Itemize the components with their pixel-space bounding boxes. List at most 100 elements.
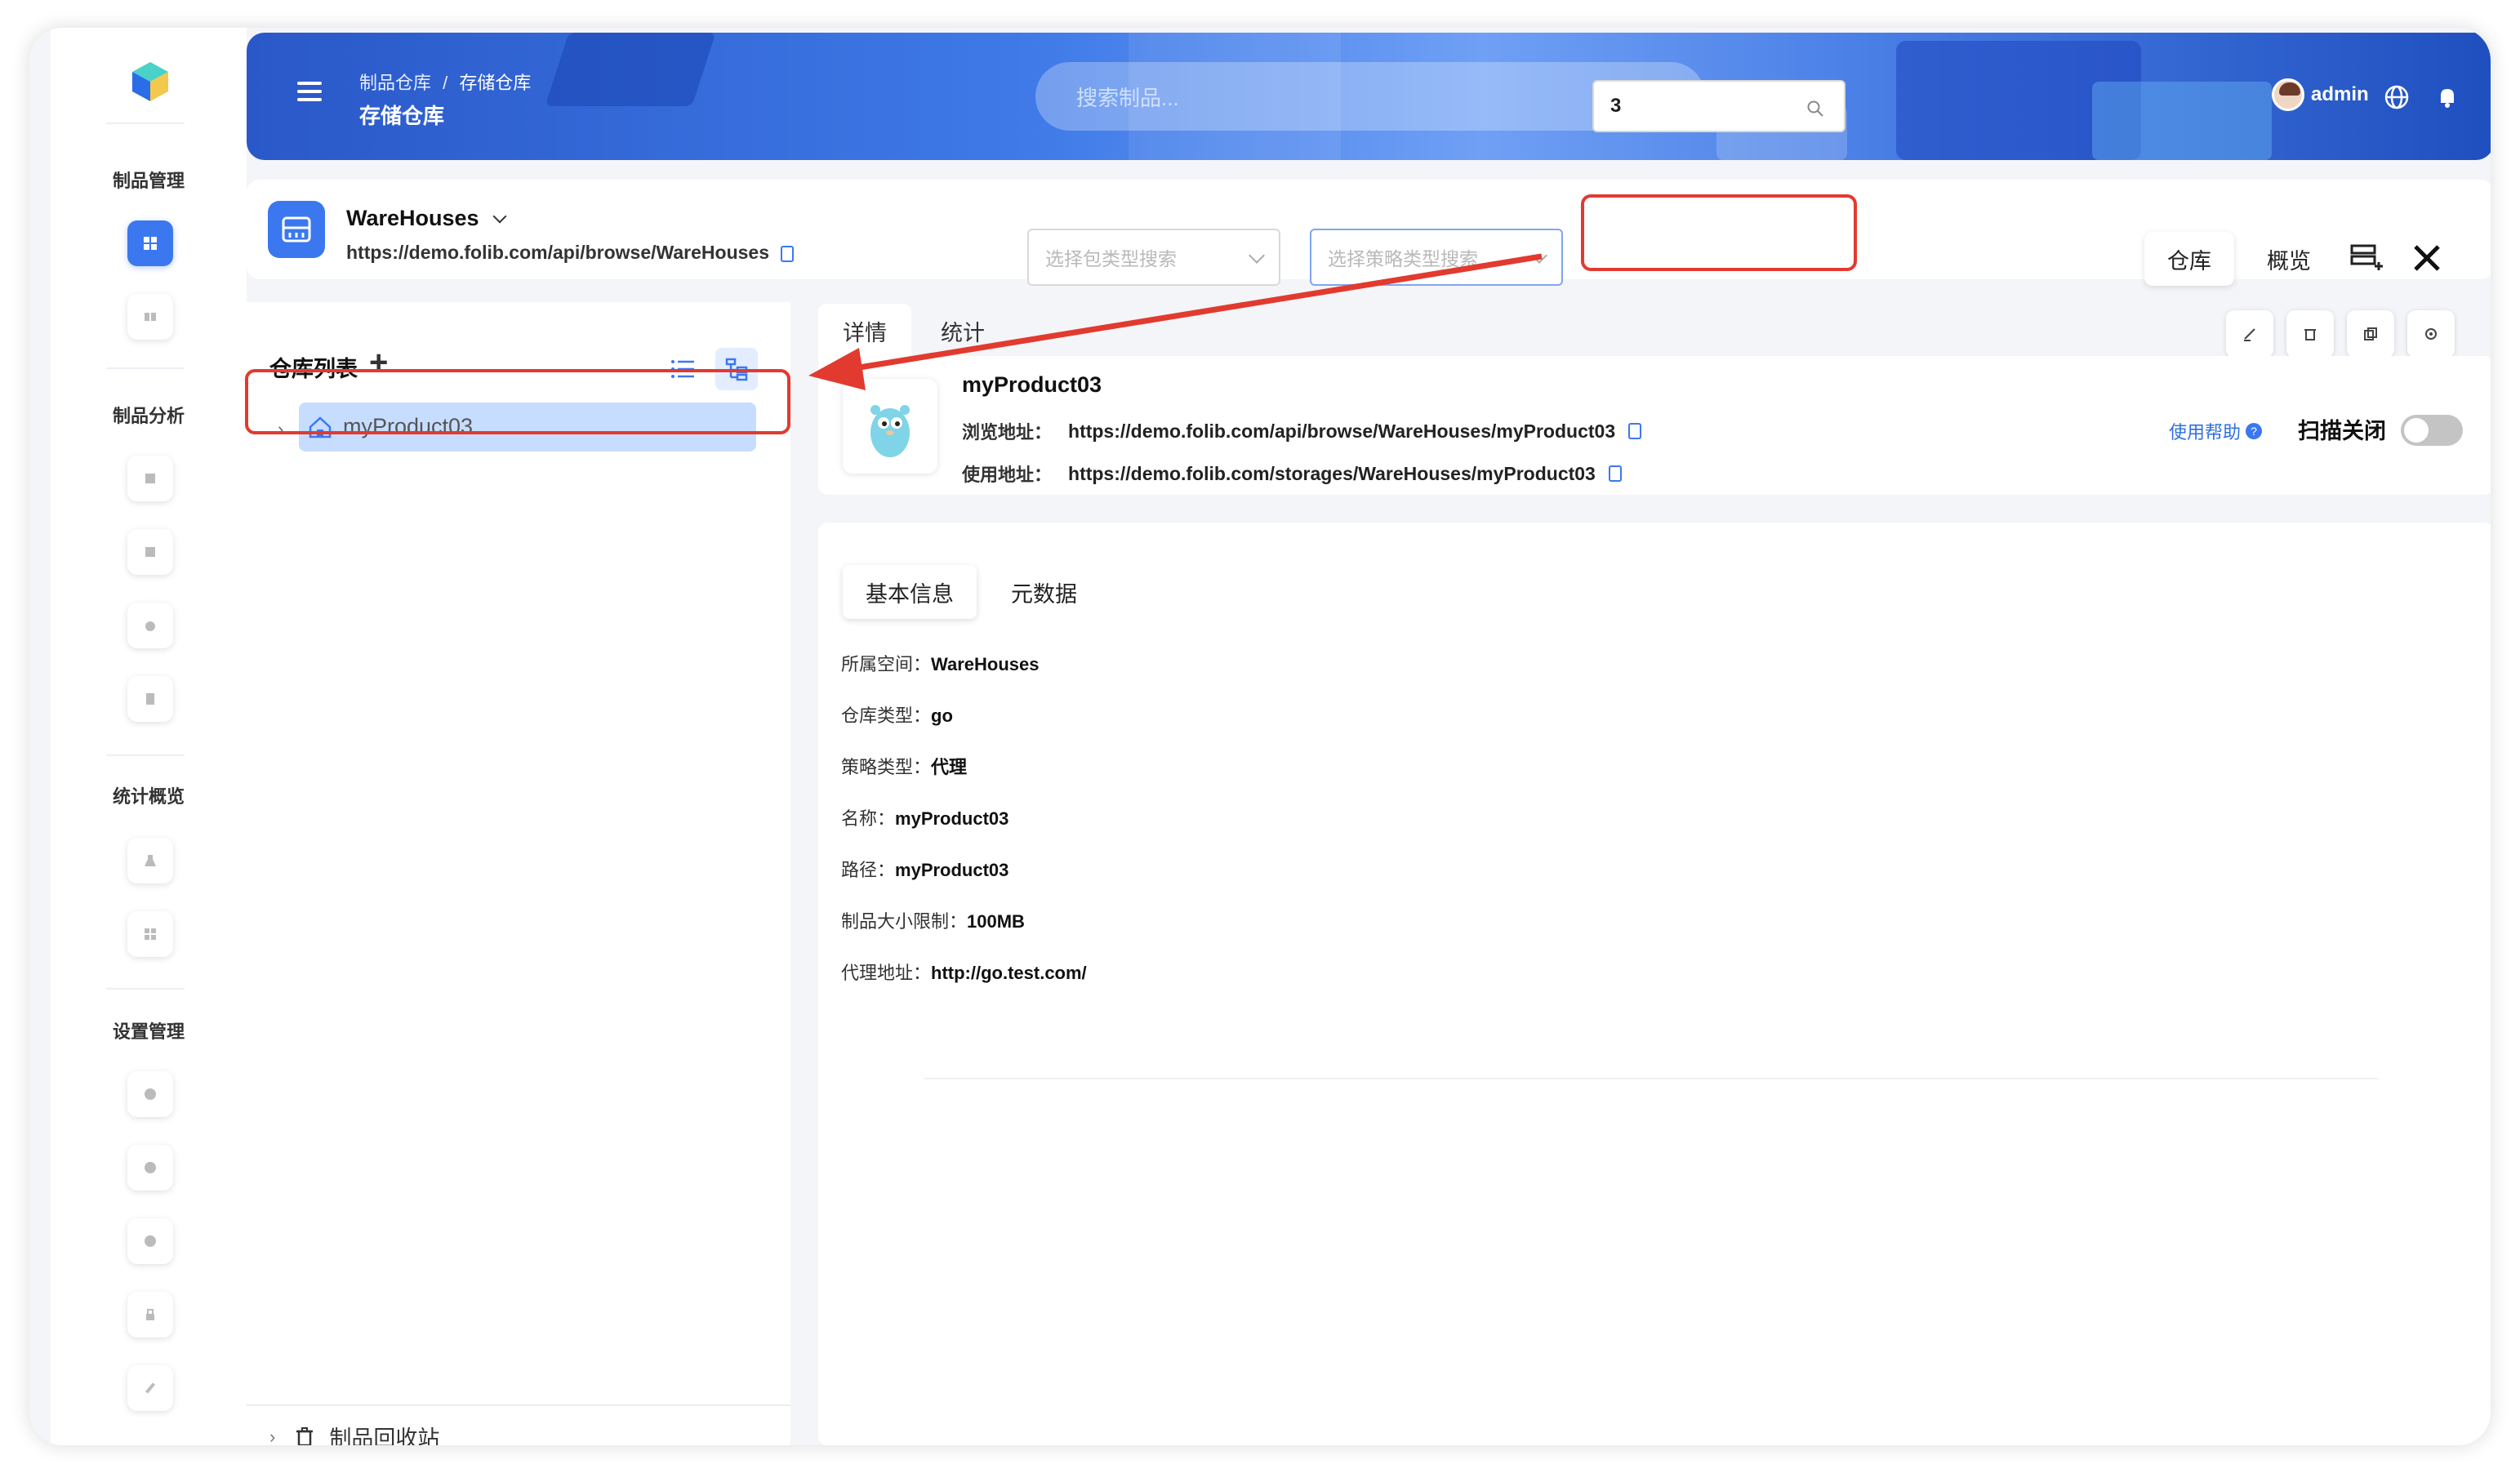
field-value: 100MB bbox=[967, 911, 1025, 932]
search-icon[interactable] bbox=[1806, 100, 1824, 118]
tab-details[interactable]: 详情 bbox=[818, 304, 911, 358]
breadcrumb-parent[interactable]: 制品仓库 bbox=[359, 73, 431, 93]
use-url-row: 使用地址： https://demo.folib.com/storages/Wa… bbox=[962, 461, 1622, 487]
sidebar-item-analysis-4[interactable] bbox=[127, 676, 173, 722]
field-value: 代理 bbox=[931, 757, 968, 777]
user-name: admin bbox=[2311, 83, 2369, 105]
page-title: 存储仓库 bbox=[359, 104, 445, 128]
field-label: 策略类型： bbox=[841, 757, 932, 777]
sidebar-section-stats: 统计概览 bbox=[112, 786, 185, 807]
sidebar-item-analysis-1[interactable] bbox=[127, 456, 173, 501]
scan-toggle[interactable] bbox=[2401, 415, 2463, 446]
avatar bbox=[2272, 78, 2304, 111]
detail-card: 基本信息 元数据 所属空间：WareHouses 仓库类型：go 策略类型：代理… bbox=[818, 523, 2491, 1445]
repository-search-value: 3 bbox=[1610, 95, 1622, 117]
copy-button[interactable] bbox=[2347, 310, 2394, 358]
repository-name: myProduct03 bbox=[962, 372, 1102, 397]
copy-icon[interactable] bbox=[1628, 423, 1642, 439]
delete-button[interactable] bbox=[2286, 310, 2334, 358]
sidebar-item-warehouse[interactable] bbox=[127, 220, 173, 266]
help-link[interactable]: 使用帮助 ? bbox=[2169, 418, 2263, 444]
breadcrumb-separator: / bbox=[443, 73, 448, 93]
users-icon bbox=[145, 1162, 156, 1173]
sidebar-item-analysis-2[interactable] bbox=[127, 529, 173, 575]
package-type-placeholder: 选择包类型搜索 bbox=[1045, 248, 1177, 269]
user-menu[interactable]: admin bbox=[2272, 78, 2369, 111]
menu-toggle-icon[interactable] bbox=[297, 82, 322, 101]
tab-metadata[interactable]: 元数据 bbox=[988, 565, 1100, 619]
doc-icon bbox=[145, 547, 155, 557]
settings-button[interactable] bbox=[2407, 310, 2455, 358]
panel-divider bbox=[247, 1404, 790, 1406]
sidebar-divider bbox=[106, 122, 185, 124]
field-label: 名称： bbox=[841, 808, 896, 829]
banner-decoration bbox=[545, 33, 716, 106]
field-path: 路径：myProduct03 bbox=[841, 856, 1008, 882]
copy-icon bbox=[2364, 327, 2377, 340]
edit-button[interactable] bbox=[2226, 310, 2273, 358]
repository-list-panel: 仓库列表 + › myProduct03 › 制品回收站 bbox=[247, 302, 790, 1445]
app-logo-icon[interactable] bbox=[126, 57, 175, 106]
recycle-bin-item[interactable]: › 制品回收站 bbox=[269, 1421, 439, 1445]
field-value: myProduct03 bbox=[895, 808, 1009, 829]
tools-icon[interactable] bbox=[2411, 242, 2443, 274]
breadcrumb: 制品仓库 / 存储仓库 bbox=[359, 69, 531, 95]
globe-icon[interactable] bbox=[2383, 83, 2411, 111]
bug-icon bbox=[145, 621, 155, 631]
sidebar-item-browse[interactable] bbox=[127, 294, 173, 340]
storage-icon bbox=[268, 201, 325, 258]
field-size-limit: 制品大小限制：100MB bbox=[841, 907, 1025, 933]
tab-overview[interactable]: 概览 bbox=[2244, 232, 2334, 286]
sidebar-item-settings-3[interactable] bbox=[127, 1218, 173, 1264]
use-url-label: 使用地址： bbox=[962, 465, 1053, 485]
sidebar-item-stats-2[interactable] bbox=[127, 911, 173, 957]
repository-search-input[interactable]: 3 bbox=[1592, 80, 1845, 132]
trash-icon bbox=[296, 1426, 314, 1445]
sidebar-item-stats-1[interactable] bbox=[127, 838, 173, 883]
browse-url[interactable]: https://demo.folib.com/api/browse/WareHo… bbox=[1068, 421, 1615, 443]
server-add-icon[interactable] bbox=[2350, 243, 2383, 273]
tab-warehouse[interactable]: 仓库 bbox=[2144, 232, 2234, 286]
use-url[interactable]: https://demo.folib.com/storages/WareHous… bbox=[1068, 463, 1596, 485]
sidebar-item-settings-5[interactable] bbox=[127, 1365, 173, 1411]
app-window: 制品管理 制品分析 统计概览 设置管理 制品仓库 / 存储仓库 存储仓库 搜索制… bbox=[29, 28, 2491, 1445]
field-repo-type: 仓库类型：go bbox=[841, 701, 953, 728]
header-banner: 制品仓库 / 存储仓库 存储仓库 搜索制品... admin bbox=[247, 33, 2491, 160]
field-label: 路径： bbox=[841, 860, 896, 880]
policy-type-select[interactable]: 选择策略类型搜索 bbox=[1310, 229, 1563, 286]
field-value: http://go.test.com/ bbox=[931, 963, 1087, 983]
sidebar-item-settings-1[interactable] bbox=[127, 1071, 173, 1117]
tab-statistics[interactable]: 统计 bbox=[916, 304, 1009, 358]
gear-icon bbox=[2425, 328, 2437, 340]
storage-name: WareHouses bbox=[346, 206, 479, 230]
chevron-down-icon bbox=[1531, 247, 1547, 264]
role-icon bbox=[145, 1235, 156, 1247]
annotation-highlight-search bbox=[1581, 194, 1857, 271]
storage-url: https://demo.folib.com/api/browse/WareHo… bbox=[346, 242, 795, 264]
chevron-right-icon: › bbox=[269, 1426, 276, 1446]
package-type-select[interactable]: 选择包类型搜索 bbox=[1027, 229, 1280, 286]
field-name: 名称：myProduct03 bbox=[841, 804, 1008, 830]
copy-icon[interactable] bbox=[781, 245, 795, 262]
global-search-placeholder: 搜索制品... bbox=[1076, 85, 1179, 110]
banner-decoration bbox=[2092, 82, 2272, 160]
annotation-highlight-tree-item bbox=[245, 369, 790, 434]
sidebar-item-settings-2[interactable] bbox=[127, 1145, 173, 1190]
bell-icon[interactable] bbox=[2433, 83, 2461, 111]
field-label: 制品大小限制： bbox=[841, 911, 968, 932]
file-icon bbox=[146, 693, 154, 705]
sidebar-item-analysis-3[interactable] bbox=[127, 603, 173, 648]
field-value: go bbox=[931, 705, 953, 726]
sidebar-divider bbox=[106, 754, 185, 756]
tab-basic-info[interactable]: 基本信息 bbox=[843, 565, 977, 619]
go-gopher-icon bbox=[843, 379, 937, 474]
wrench-icon bbox=[145, 1382, 156, 1394]
copy-icon[interactable] bbox=[1608, 465, 1622, 482]
sidebar-item-settings-4[interactable] bbox=[127, 1292, 173, 1337]
storage-name-dropdown[interactable]: WareHouses bbox=[346, 206, 507, 231]
field-value: WareHouses bbox=[931, 654, 1040, 674]
field-label: 代理地址： bbox=[841, 963, 932, 983]
sidebar-divider bbox=[106, 367, 185, 369]
sidebar-section-settings: 设置管理 bbox=[112, 1021, 185, 1042]
breadcrumb-current: 存储仓库 bbox=[459, 73, 532, 93]
